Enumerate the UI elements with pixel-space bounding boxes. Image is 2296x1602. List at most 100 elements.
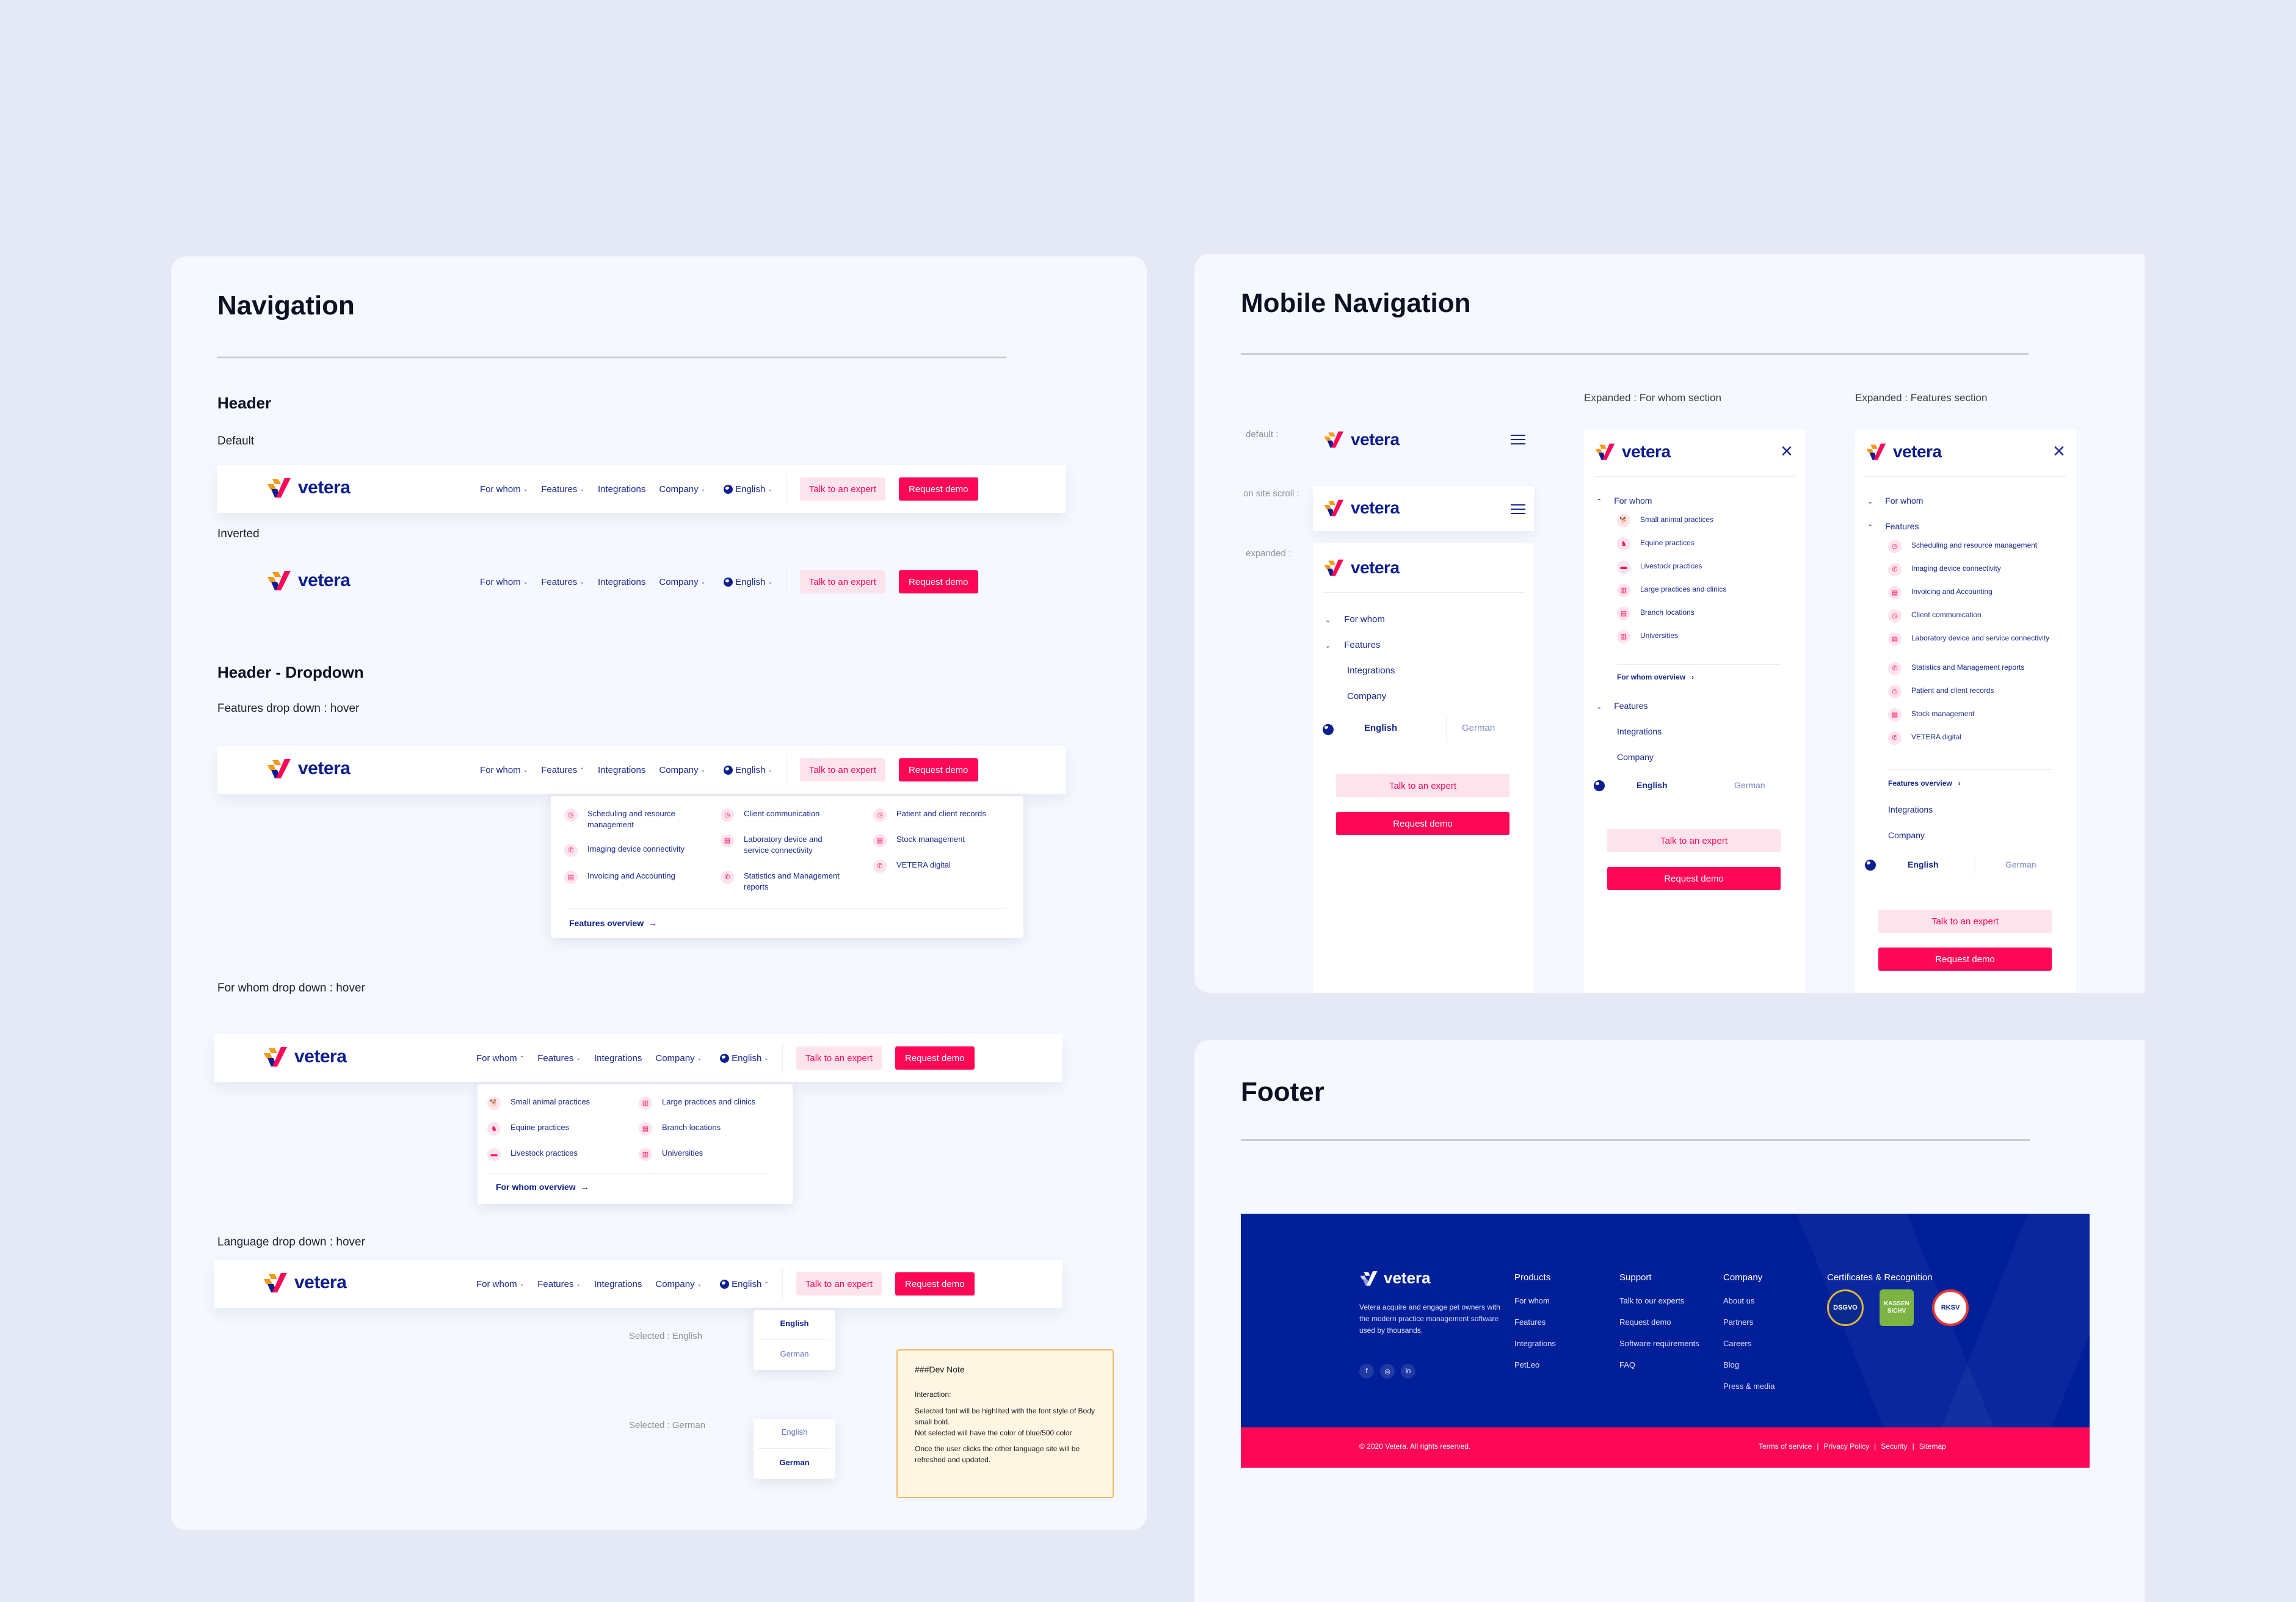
forwhom-item[interactable]: ▥ Large practices and clinics bbox=[639, 1096, 755, 1110]
facebook-icon[interactable]: f bbox=[1359, 1364, 1374, 1379]
mobile-forwhom-item[interactable]: ♞ Equine practices bbox=[1617, 537, 1695, 551]
mobile-feature-item[interactable]: ✆ Imaging device connectivity bbox=[1888, 563, 2059, 576]
talk-to-expert-button[interactable]: Talk to an expert bbox=[1878, 910, 2052, 933]
lang-option-english[interactable]: English bbox=[754, 1319, 835, 1328]
nav-features[interactable]: Features ⌄ bbox=[541, 484, 584, 495]
vetera-logo[interactable]: vetera bbox=[1594, 442, 1671, 462]
mobile-nav-company[interactable]: Company bbox=[1888, 830, 1925, 840]
lang-english[interactable]: English bbox=[1364, 723, 1397, 733]
feature-item[interactable]: ✆ Statistics and Management reports bbox=[721, 871, 843, 893]
vetera-logo[interactable]: vetera bbox=[1323, 430, 1400, 449]
lang-english[interactable]: English bbox=[1908, 860, 1939, 869]
talk-to-expert-button[interactable]: Talk to an expert bbox=[1336, 774, 1509, 797]
mobile-nav-integrations[interactable]: Integrations bbox=[1888, 805, 1933, 814]
linkedin-icon[interactable]: in bbox=[1401, 1364, 1415, 1379]
talk-to-expert-button[interactable]: Talk to an expert bbox=[799, 758, 885, 781]
request-demo-button[interactable]: Request demo bbox=[898, 758, 978, 781]
lang-german[interactable]: German bbox=[1734, 780, 1765, 790]
lang-option-german[interactable]: German bbox=[754, 1458, 835, 1467]
forwhom-item[interactable]: 🐕 Small animal practices bbox=[487, 1096, 590, 1110]
footer-link[interactable]: About us bbox=[1723, 1296, 1775, 1305]
mobile-nav-integrations[interactable]: Integrations bbox=[1617, 727, 1662, 736]
feature-item[interactable]: ▤ Invoicing and Accounting bbox=[564, 871, 711, 884]
mobile-nav-features[interactable]: ⌄ Features bbox=[1325, 640, 1380, 650]
forwhom-item[interactable]: ♞ Equine practices bbox=[487, 1122, 569, 1136]
forwhom-item[interactable]: ▤ Branch locations bbox=[639, 1122, 721, 1136]
nav-integrations[interactable]: Integrations bbox=[598, 765, 645, 775]
footer-link[interactable]: Press & media bbox=[1723, 1382, 1775, 1391]
nav-for-whom[interactable]: For whom ⌄ bbox=[480, 765, 528, 775]
talk-to-expert-button[interactable]: Talk to an expert bbox=[1607, 829, 1781, 852]
mobile-nav-company[interactable]: Company bbox=[1347, 691, 1386, 701]
request-demo-button[interactable]: Request demo bbox=[1878, 948, 2052, 971]
feature-item[interactable]: ▤ Stock management bbox=[873, 834, 1020, 847]
mobile-feature-item[interactable]: ▤ Stock management bbox=[1888, 708, 2059, 722]
language-selector[interactable]: English ⌃ bbox=[720, 1279, 769, 1289]
footer-link[interactable]: For whom bbox=[1514, 1296, 1556, 1305]
sitemap-link[interactable]: Sitemap bbox=[1919, 1442, 1946, 1451]
vetera-logo[interactable]: vetera bbox=[263, 1046, 347, 1068]
privacy-link[interactable]: Privacy Policy bbox=[1823, 1442, 1869, 1451]
mobile-forwhom-item[interactable]: 🐕 Small animal practices bbox=[1617, 514, 1713, 527]
feature-item[interactable]: ◷ Client communication bbox=[721, 808, 855, 822]
nav-for-whom[interactable]: For whom ⌄ bbox=[480, 484, 528, 495]
mobile-nav-features[interactable]: ⌄ Features bbox=[1596, 701, 1648, 711]
mobile-forwhom-item[interactable]: ▬ Livestock practices bbox=[1617, 560, 1702, 574]
footer-logo[interactable]: vetera bbox=[1359, 1269, 1431, 1288]
instagram-icon[interactable]: ◎ bbox=[1380, 1364, 1395, 1379]
vetera-logo[interactable]: vetera bbox=[1323, 558, 1400, 578]
close-icon[interactable]: × bbox=[1781, 441, 1793, 462]
nav-company[interactable]: Company ⌄ bbox=[659, 484, 705, 495]
nav-integrations[interactable]: Integrations bbox=[598, 484, 645, 495]
nav-for-whom[interactable]: For whom ⌄ bbox=[480, 577, 528, 587]
vetera-logo[interactable]: vetera bbox=[263, 1272, 347, 1294]
lang-german[interactable]: German bbox=[2005, 860, 2036, 869]
feature-item[interactable]: ✆ VETERA digital bbox=[873, 860, 1020, 873]
vetera-logo[interactable]: vetera bbox=[1323, 498, 1400, 518]
footer-link[interactable]: Software requirements bbox=[1619, 1339, 1699, 1348]
mobile-feature-item[interactable]: ◷ Client communication bbox=[1888, 609, 2059, 623]
language-selector[interactable]: English ⌄ bbox=[724, 484, 772, 495]
request-demo-button[interactable]: Request demo bbox=[895, 1272, 975, 1296]
hamburger-menu-icon[interactable] bbox=[1511, 435, 1525, 444]
footer-link[interactable]: FAQ bbox=[1619, 1360, 1699, 1369]
mobile-forwhom-item[interactable]: ▥ Universities bbox=[1617, 630, 1678, 643]
feature-item[interactable]: ◷ Patient and client records bbox=[873, 808, 1020, 822]
mobile-forwhom-item[interactable]: ▤ Branch locations bbox=[1617, 607, 1695, 620]
nav-integrations[interactable]: Integrations bbox=[594, 1279, 642, 1289]
nav-features[interactable]: Features ⌄ bbox=[541, 577, 584, 587]
vetera-logo[interactable]: vetera bbox=[1865, 442, 1942, 462]
talk-to-expert-button[interactable]: Talk to an expert bbox=[796, 1272, 882, 1296]
mobile-feature-item[interactable]: ◷ Scheduling and resource management bbox=[1888, 540, 2059, 553]
feature-item[interactable]: ▤ Laboratory device and service connectiv… bbox=[721, 834, 837, 856]
talk-to-expert-button[interactable]: Talk to an expert bbox=[796, 1046, 882, 1070]
forwhom-overview-link[interactable]: For whom overview → bbox=[496, 1182, 589, 1192]
language-selector[interactable]: English ⌄ bbox=[724, 765, 772, 775]
terms-link[interactable]: Terms of service bbox=[1759, 1442, 1812, 1451]
close-icon[interactable]: × bbox=[2053, 441, 2065, 462]
mobile-feature-item[interactable]: ◷ Patient and client records bbox=[1888, 685, 2059, 698]
language-selector[interactable]: English ⌄ bbox=[720, 1053, 769, 1064]
nav-company[interactable]: Company ⌄ bbox=[659, 577, 705, 587]
lang-option-english[interactable]: English bbox=[754, 1427, 835, 1437]
lang-option-german[interactable]: German bbox=[754, 1349, 835, 1358]
forwhom-overview-link[interactable]: For whom overview › bbox=[1617, 673, 1694, 681]
vetera-logo[interactable]: vetera bbox=[266, 477, 351, 499]
footer-link[interactable]: PetLeo bbox=[1514, 1360, 1556, 1369]
mobile-feature-item[interactable]: ▤ Laboratory device and service connectiv… bbox=[1888, 632, 2059, 646]
request-demo-button[interactable]: Request demo bbox=[1336, 812, 1509, 835]
request-demo-button[interactable]: Request demo bbox=[898, 570, 978, 593]
request-demo-button[interactable]: Request demo bbox=[895, 1046, 975, 1070]
security-link[interactable]: Security bbox=[1881, 1442, 1907, 1451]
nav-company[interactable]: Company ⌄ bbox=[655, 1279, 702, 1289]
features-overview-link[interactable]: Features overview › bbox=[1888, 779, 1961, 788]
features-overview-link[interactable]: Features overview → bbox=[569, 918, 657, 928]
nav-features[interactable]: Features ⌄ bbox=[537, 1053, 581, 1064]
mobile-nav-for-whom[interactable]: ⌄ For whom bbox=[1867, 496, 1923, 506]
mobile-feature-item[interactable]: ✆ VETERA digital bbox=[1888, 731, 2059, 745]
footer-link[interactable]: Partners bbox=[1723, 1317, 1775, 1327]
footer-link[interactable]: Talk to our experts bbox=[1619, 1296, 1699, 1305]
vetera-logo[interactable]: vetera bbox=[266, 758, 351, 780]
feature-item[interactable]: ✆ Imaging device connectivity bbox=[564, 844, 711, 857]
request-demo-button[interactable]: Request demo bbox=[1607, 867, 1781, 890]
